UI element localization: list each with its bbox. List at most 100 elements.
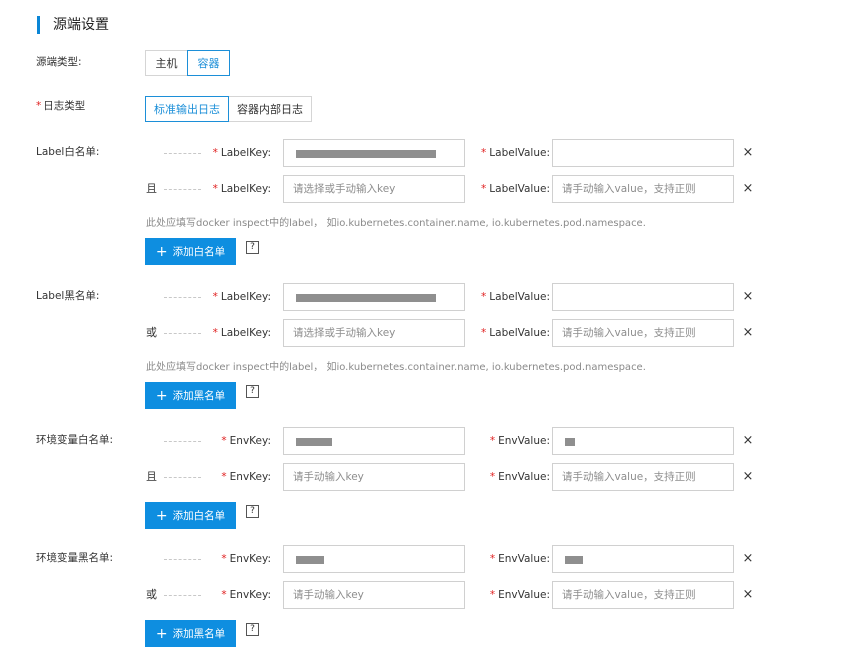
- label-whitelist-row-connector: 且: [146, 182, 157, 195]
- key-label-text: EnvKey:: [229, 471, 271, 483]
- required-mark: *: [221, 553, 227, 565]
- label-blacklist-label: Label黑名单:: [36, 290, 100, 302]
- required-mark: *: [489, 471, 496, 483]
- label-whitelist-key-label: * LabelKey:: [205, 146, 271, 160]
- required-mark: *: [489, 553, 496, 565]
- connector-dash: [164, 153, 201, 154]
- label-whitelist-value-label: * LabelValue:: [474, 146, 550, 160]
- add-button-label: 添加黑名单: [172, 628, 226, 640]
- env-whitelist-key-input[interactable]: [283, 427, 465, 455]
- value-label-text: LabelValue:: [489, 183, 550, 195]
- required-mark: *: [221, 435, 227, 447]
- connector-dash: [164, 297, 201, 298]
- required-mark: *: [221, 471, 227, 483]
- value-label-text: LabelValue:: [489, 291, 550, 303]
- add-button-label: 添加白名单: [172, 246, 226, 258]
- required-mark: *: [481, 183, 487, 195]
- close-icon[interactable]: ×: [741, 552, 755, 566]
- env-whitelist-value-label: * EnvValue:: [474, 434, 550, 448]
- log-type-stdout-option[interactable]: 标准输出日志: [145, 96, 229, 122]
- help-icon[interactable]: ?: [246, 241, 259, 254]
- close-icon[interactable]: ×: [741, 470, 755, 484]
- section-title: 源端设置: [53, 17, 109, 33]
- log-type-internal-option[interactable]: 容器内部日志: [228, 96, 312, 122]
- help-icon[interactable]: ?: [246, 623, 259, 636]
- label-blacklist-key-input[interactable]: [283, 319, 465, 347]
- help-icon[interactable]: ?: [246, 505, 259, 518]
- env-blacklist-key-label: * EnvKey:: [205, 588, 271, 602]
- label-whitelist-value-input[interactable]: [552, 139, 734, 167]
- required-mark: *: [212, 291, 218, 303]
- required-mark: *: [212, 147, 218, 159]
- add-button-label: 添加黑名单: [172, 390, 226, 402]
- close-icon[interactable]: ×: [741, 290, 755, 304]
- env-whitelist-key-label: * EnvKey:: [205, 470, 271, 484]
- close-icon[interactable]: ×: [741, 146, 755, 160]
- source-type-container-option[interactable]: 容器: [187, 50, 230, 76]
- value-label-text: EnvValue:: [498, 589, 550, 601]
- label-whitelist-hint: 此处应填写docker inspect中的label， 如io.kubernet…: [146, 218, 646, 229]
- section-accent-bar: [37, 16, 40, 34]
- plus-icon: +: [155, 625, 168, 642]
- close-icon[interactable]: ×: [741, 326, 755, 340]
- label-blacklist-value-input[interactable]: [552, 319, 734, 347]
- close-icon[interactable]: ×: [741, 182, 755, 196]
- env-whitelist-value-input[interactable]: [552, 463, 734, 491]
- label-whitelist-value-label: * LabelValue:: [474, 182, 550, 196]
- key-label-text: LabelKey:: [220, 183, 271, 195]
- env-blacklist-value-input[interactable]: [552, 545, 734, 573]
- required-mark: *: [489, 589, 496, 601]
- label-blacklist-key-label: * LabelKey:: [205, 326, 271, 340]
- label-whitelist-key-input[interactable]: [283, 175, 465, 203]
- env-blacklist-value-label: * EnvValue:: [474, 552, 550, 566]
- label-whitelist-key-input[interactable]: [283, 139, 465, 167]
- required-mark: *: [489, 435, 496, 447]
- env-whitelist-key-input[interactable]: [283, 463, 465, 491]
- log-type-label: * 日志类型: [36, 99, 85, 113]
- label-whitelist-add-button[interactable]: + 添加白名单: [145, 238, 236, 265]
- key-label-text: LabelKey:: [220, 147, 271, 159]
- label-blacklist-value-label: * LabelValue:: [474, 326, 550, 340]
- key-label-text: LabelKey:: [220, 291, 271, 303]
- required-mark: *: [481, 327, 487, 339]
- close-icon[interactable]: ×: [741, 588, 755, 602]
- env-blacklist-add-button[interactable]: + 添加黑名单: [145, 620, 236, 647]
- connector-dash: [164, 477, 201, 478]
- env-whitelist-add-button[interactable]: + 添加白名单: [145, 502, 236, 529]
- log-type-label-text: 日志类型: [43, 100, 86, 112]
- env-blacklist-label: 环境变量黑名单:: [36, 552, 114, 564]
- label-blacklist-value-label: * LabelValue:: [474, 290, 550, 304]
- value-label-text: LabelValue:: [489, 327, 550, 339]
- required-mark: *: [212, 183, 218, 195]
- required-mark: *: [481, 291, 487, 303]
- connector-dash: [164, 189, 201, 190]
- key-label-text: EnvKey:: [229, 435, 271, 447]
- label-whitelist-value-input[interactable]: [552, 175, 734, 203]
- help-icon[interactable]: ?: [246, 385, 259, 398]
- required-mark: *: [481, 147, 487, 159]
- add-button-label: 添加白名单: [172, 510, 226, 522]
- connector-dash: [164, 559, 201, 560]
- label-blacklist-value-input[interactable]: [552, 283, 734, 311]
- value-label-text: EnvValue:: [498, 435, 550, 447]
- env-whitelist-row-connector: 且: [146, 470, 157, 483]
- close-icon[interactable]: ×: [741, 434, 755, 448]
- value-label-text: EnvValue:: [498, 471, 550, 483]
- env-blacklist-key-label: * EnvKey:: [205, 552, 271, 566]
- label-blacklist-row-connector: 或: [146, 326, 157, 339]
- key-label-text: EnvKey:: [229, 553, 271, 565]
- label-blacklist-key-input[interactable]: [283, 283, 465, 311]
- env-blacklist-key-input[interactable]: [283, 545, 465, 573]
- value-label-text: EnvValue:: [498, 553, 550, 565]
- source-type-host-option[interactable]: 主机: [145, 50, 188, 76]
- plus-icon: +: [155, 507, 168, 524]
- key-label-text: EnvKey:: [229, 589, 271, 601]
- value-label-text: LabelValue:: [489, 147, 550, 159]
- env-blacklist-value-input[interactable]: [552, 581, 734, 609]
- label-whitelist-label: Label白名单:: [36, 146, 100, 158]
- label-blacklist-add-button[interactable]: + 添加黑名单: [145, 382, 236, 409]
- env-whitelist-value-input[interactable]: [552, 427, 734, 455]
- env-whitelist-label: 环境变量白名单:: [36, 434, 114, 446]
- label-blacklist-key-label: * LabelKey:: [205, 290, 271, 304]
- env-blacklist-key-input[interactable]: [283, 581, 465, 609]
